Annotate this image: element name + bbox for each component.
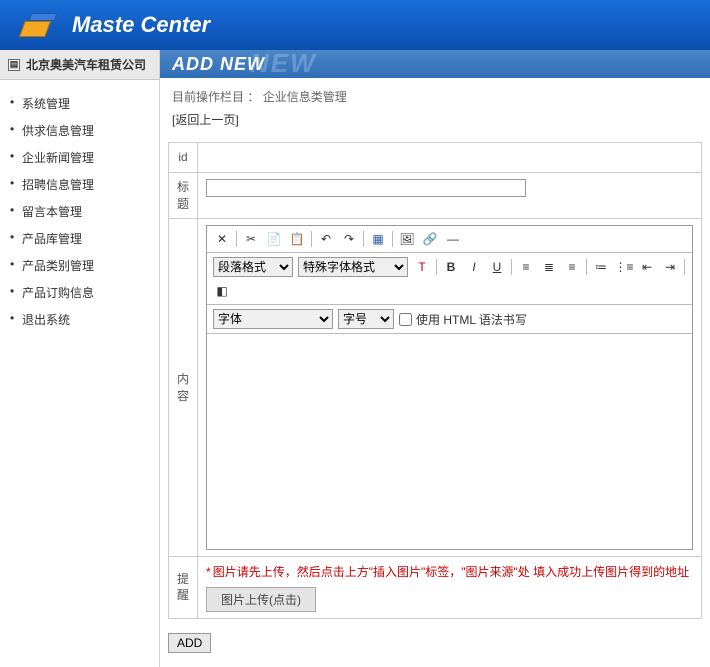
font-color-icon[interactable]: T [413, 258, 431, 276]
title-input[interactable] [206, 179, 526, 197]
editor-textarea[interactable] [207, 334, 692, 549]
html-mode-toggle[interactable]: 使用 HTML 语法书写 [399, 311, 527, 328]
page-title-bar: ADD NEW NEW [160, 50, 710, 78]
font-format-select[interactable]: 特殊字体格式 [298, 257, 408, 277]
editor-toolbar-1: ✕ ✂ 📄 📋 ↶ ↷ ▦ 🖼 🔗 [207, 226, 692, 253]
table-icon[interactable]: ▦ [369, 230, 387, 248]
align-right-icon[interactable]: ≡ [563, 258, 581, 276]
list-icon: ▤ [8, 59, 20, 71]
font-family-select[interactable]: 字体 [213, 309, 333, 329]
content-label: 内容 [169, 219, 198, 557]
sidebar-item-supply[interactable]: 供求信息管理 [22, 117, 159, 144]
sidebar-item-message[interactable]: 留言本管理 [22, 198, 159, 225]
insert-link-icon[interactable]: 🔗 [421, 230, 439, 248]
editor-toolbar-2: 段落格式 特殊字体格式 T B I U ≡ ≣ ≡ ≔ [207, 253, 692, 305]
page-title: ADD NEW [172, 54, 265, 75]
reminder-text: *图片请先上传，然后点击上方"插入图片"标签，"图片来源"处 填入成功上传图片得… [206, 563, 693, 582]
underline-icon[interactable]: U [488, 258, 506, 276]
breadcrumb: 目前操作栏目 ： 企业信息类管理 [160, 78, 710, 111]
sidebar-list: 系统管理 供求信息管理 企业新闻管理 招聘信息管理 留言本管理 产品库管理 产品… [0, 80, 159, 343]
outdent-icon[interactable]: ⇤ [638, 258, 656, 276]
bold-icon[interactable]: B [442, 258, 460, 276]
main-content: ADD NEW NEW 目前操作栏目 ： 企业信息类管理 [返回上一页] id … [160, 50, 710, 667]
title-label: 标题 [169, 172, 198, 219]
sidebar-header: ▤ 北京奥美汽车租赁公司 [0, 50, 159, 80]
clear-style-icon[interactable]: ✕ [213, 230, 231, 248]
undo-icon[interactable]: ↶ [317, 230, 335, 248]
sidebar-item-order[interactable]: 产品订购信息 [22, 279, 159, 306]
insert-image-icon[interactable]: 🖼 [398, 230, 416, 248]
reminder-label: 提醒 [169, 557, 198, 618]
eraser-icon[interactable]: ◧ [213, 282, 231, 300]
hr-icon[interactable]: — [444, 230, 462, 248]
sidebar-item-hire[interactable]: 招聘信息管理 [22, 171, 159, 198]
sidebar-item-exit[interactable]: 退出系统 [22, 306, 159, 333]
block-format-select[interactable]: 段落格式 [213, 257, 293, 277]
sidebar-item-category[interactable]: 产品类别管理 [22, 252, 159, 279]
id-label: id [169, 143, 198, 173]
redo-icon[interactable]: ↷ [340, 230, 358, 248]
sidebar-item-product[interactable]: 产品库管理 [22, 225, 159, 252]
form-table: id 标题 内容 ✕ ✂ 📄 📋 [168, 142, 702, 619]
cut-icon[interactable]: ✂ [242, 230, 260, 248]
editor-toolbar-3: 字体 字号 使用 HTML 语法书写 [207, 305, 692, 334]
sidebar-item-news[interactable]: 企业新闻管理 [22, 144, 159, 171]
indent-icon[interactable]: ⇥ [661, 258, 679, 276]
copy-icon[interactable]: 📄 [265, 230, 283, 248]
back-link[interactable]: [返回上一页] [160, 111, 710, 142]
sidebar: ▤ 北京奥美汽车租赁公司 系统管理 供求信息管理 企业新闻管理 招聘信息管理 留… [0, 50, 160, 667]
app-header: Maste Center [0, 0, 710, 50]
brand-title: Maste Center [72, 12, 210, 38]
logo-icon [20, 11, 60, 39]
id-cell [198, 143, 702, 173]
italic-icon[interactable]: I [465, 258, 483, 276]
rich-text-editor: ✕ ✂ 📄 📋 ↶ ↷ ▦ 🖼 🔗 [206, 225, 693, 550]
sidebar-title: 北京奥美汽车租赁公司 [26, 56, 146, 73]
unordered-list-icon[interactable]: ⋮≡ [615, 258, 633, 276]
ordered-list-icon[interactable]: ≔ [592, 258, 610, 276]
align-center-icon[interactable]: ≣ [540, 258, 558, 276]
paste-icon[interactable]: 📋 [288, 230, 306, 248]
align-left-icon[interactable]: ≡ [517, 258, 535, 276]
font-size-select[interactable]: 字号 [338, 309, 394, 329]
image-upload-button[interactable]: 图片上传(点击) [206, 587, 316, 612]
sidebar-item-system[interactable]: 系统管理 [22, 90, 159, 117]
add-button[interactable]: ADD [168, 633, 211, 653]
html-mode-checkbox[interactable] [399, 313, 412, 326]
